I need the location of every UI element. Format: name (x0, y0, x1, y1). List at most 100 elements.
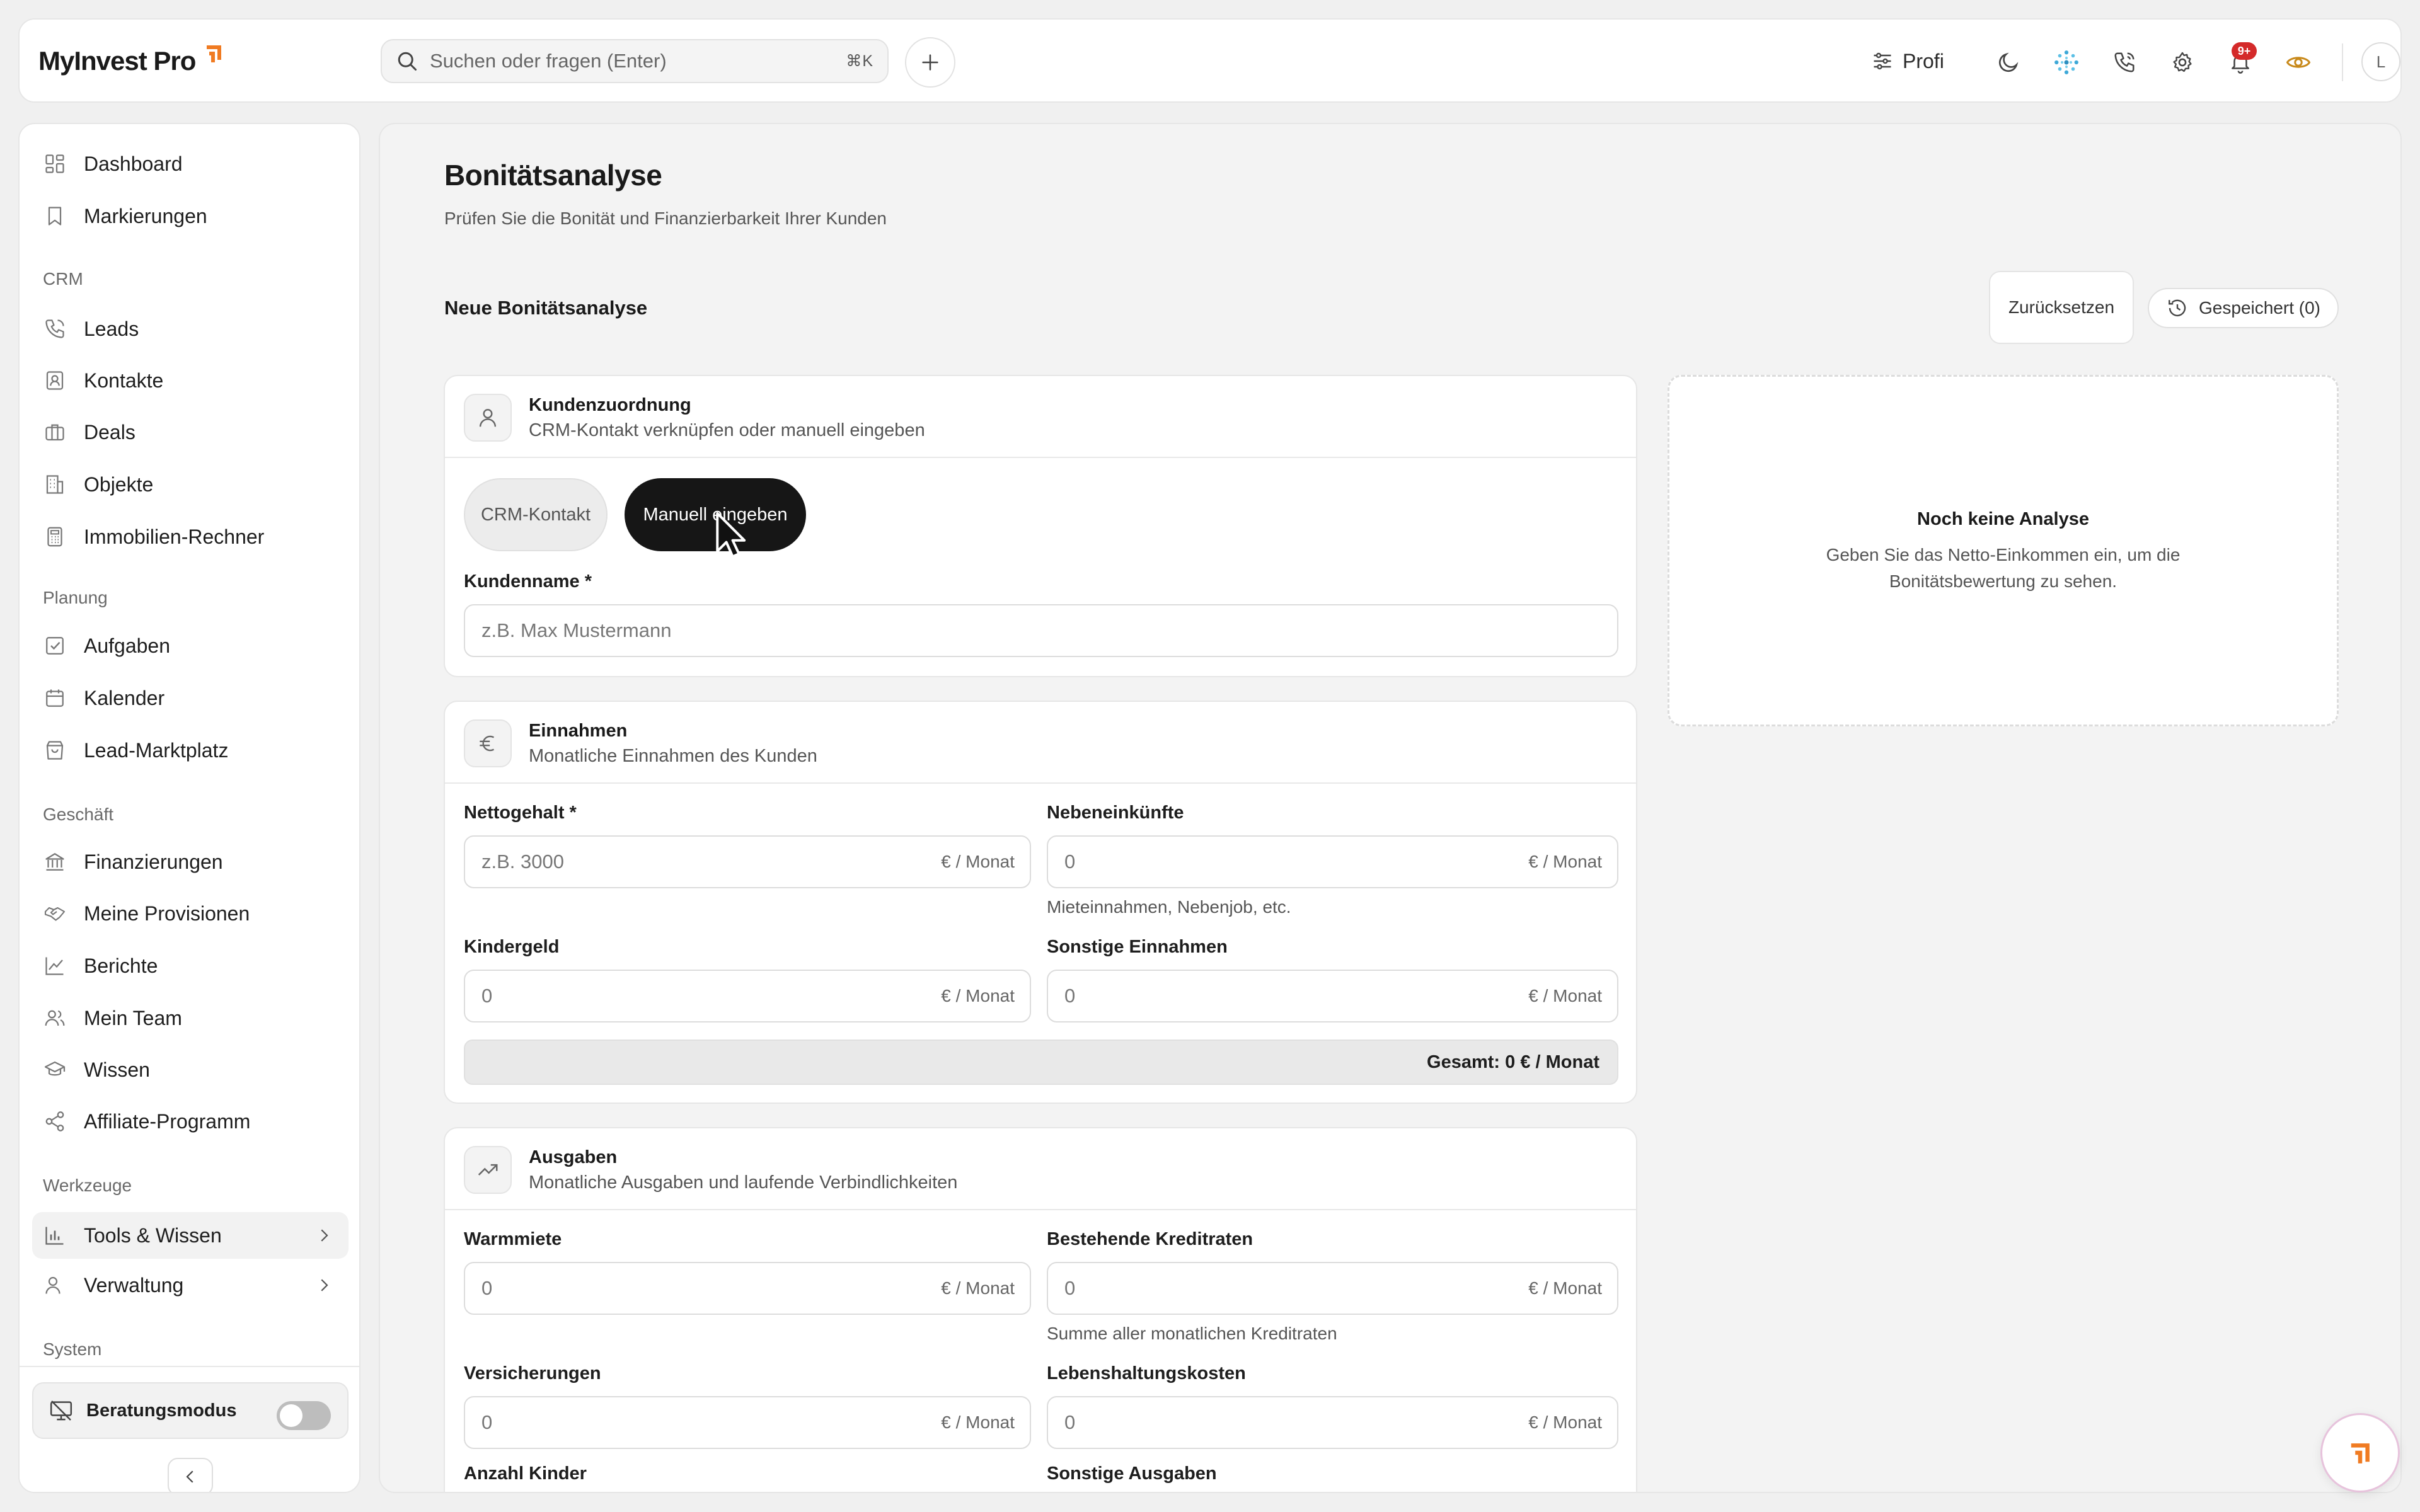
insurance-value: 0 (481, 1411, 493, 1433)
net-salary-placeholder: z.B. 3000 (481, 850, 564, 873)
crm-contact-option[interactable]: CRM-Kontakt (464, 478, 608, 551)
other-expenses-label: Sonstige Ausgaben (1047, 1463, 1217, 1484)
section-label-werkzeuge: Werkzeuge (43, 1176, 132, 1195)
customer-name-input[interactable]: z.B. Max Mustermann (464, 604, 1618, 657)
sidebar-item-immobilien-rechner[interactable]: Immobilien-Rechner (32, 513, 349, 560)
sidebar-item-label: Meine Provisionen (84, 902, 250, 925)
sidebar-item-lead-marktplatz[interactable]: Lead-Marktplatz (32, 727, 349, 774)
search-input[interactable]: Suchen oder fragen (Enter) ⌘K (381, 39, 889, 83)
sidebar-item-label: Finanzierungen (84, 850, 223, 873)
sidebar-item-label: Aufgaben (84, 634, 171, 657)
credit-rates-hint: Summe aller monatlichen Kreditraten (1047, 1324, 1337, 1343)
chevron-left-icon (186, 1470, 193, 1483)
income-total: Gesamt: 0 € / Monat (464, 1040, 1618, 1085)
add-button[interactable] (905, 37, 955, 88)
assistant-fab[interactable] (2320, 1413, 2400, 1492)
sidebar-item-berichte[interactable]: Berichte (32, 942, 349, 989)
collapse-sidebar-button[interactable] (168, 1458, 213, 1492)
customer-card-header: Kundenzuordnung CRM-Kontakt verknüpfen o… (445, 376, 1636, 458)
app-logo[interactable]: MyInvest Pro (38, 42, 223, 80)
credit-rates-label: Bestehende Kreditraten (1047, 1229, 1253, 1249)
sliders-icon (1874, 52, 1891, 70)
customer-name-placeholder: z.B. Max Mustermann (481, 619, 672, 641)
sidebar-item-aufgaben[interactable]: Aufgaben (32, 622, 349, 669)
sidebar-item-label: Verwaltung (84, 1273, 184, 1297)
reset-button[interactable]: Zurücksetzen (1989, 271, 2134, 344)
insurance-label: Versicherungen (464, 1363, 601, 1383)
sparkle-dots-icon (2054, 50, 2078, 74)
children-count-label: Anzahl Kinder (464, 1463, 587, 1484)
sidebar-item-label: Tools & Wissen (84, 1223, 222, 1247)
euro-icon (464, 719, 512, 767)
side-income-input[interactable]: 0 € / Monat (1047, 835, 1618, 888)
other-income-label: Sonstige Einnahmen (1047, 937, 1228, 957)
search-placeholder: Suchen oder fragen (Enter) (430, 50, 667, 72)
sidebar-item-label: Lead-Marktplatz (84, 738, 229, 762)
child-benefit-input[interactable]: 0 € / Monat (464, 970, 1031, 1022)
sidebar-item-verwaltung[interactable]: Verwaltung (32, 1262, 349, 1309)
sidebar-item-tools-wissen[interactable]: Tools & Wissen (32, 1212, 349, 1259)
sidebar-item-objekte[interactable]: Objekte (32, 461, 349, 508)
settings-button[interactable] (2166, 46, 2199, 79)
plan-button[interactable]: Profi (1871, 42, 1944, 80)
graduation-cap-icon (42, 1057, 67, 1082)
sidebar-item-wissen[interactable]: Wissen (32, 1046, 349, 1093)
section-label-geschaeft: Geschäft (43, 805, 114, 824)
sidebar-item-label: Kalender (84, 686, 165, 709)
sidebar-item-label: Deals (84, 420, 135, 444)
theme-toggle-button[interactable] (1992, 46, 2025, 79)
consulting-mode-toggle[interactable] (277, 1401, 331, 1430)
sidebar-item-kontakte[interactable]: Kontakte (32, 357, 349, 404)
user-cog-icon (42, 1273, 67, 1298)
user-avatar[interactable]: L (2361, 42, 2400, 81)
page-title: Bonitätsanalyse (444, 159, 662, 192)
chevron-right-icon (321, 1229, 328, 1242)
customer-name-label: Kundenname * (464, 571, 592, 592)
unit-label: € / Monat (941, 1412, 1015, 1432)
chevron-right-icon (321, 1279, 328, 1292)
credit-rates-input[interactable]: 0 € / Monat (1047, 1262, 1618, 1315)
sidebar-item-markierungen[interactable]: Markierungen (32, 193, 349, 239)
side-income-value: 0 (1064, 850, 1076, 873)
other-income-input[interactable]: 0 € / Monat (1047, 970, 1618, 1022)
unit-label: € / Monat (941, 1278, 1015, 1298)
phone-button[interactable] (2108, 46, 2141, 79)
sidebar-item-label: Mein Team (84, 1006, 182, 1029)
sidebar-item-label: Leads (84, 317, 139, 340)
sidebar-item-label: Affiliate-Programm (84, 1109, 251, 1133)
handshake-icon (42, 901, 67, 926)
moon-icon (1998, 52, 2019, 72)
living-costs-value: 0 (1064, 1411, 1076, 1433)
sidebar-item-mein-team[interactable]: Mein Team (32, 995, 349, 1041)
income-card: Einnahmen Monatliche Einnahmen des Kunde… (444, 701, 1637, 1104)
customer-card-subtitle: CRM-Kontakt verknüpfen oder manuell eing… (529, 420, 925, 440)
net-salary-label: Nettogehalt * (464, 803, 577, 823)
saved-analyses-button[interactable]: Gespeichert (0) (2148, 288, 2339, 328)
expenses-card: Ausgaben Monatliche Ausgaben und laufend… (444, 1127, 1637, 1492)
rent-input[interactable]: 0 € / Monat (464, 1262, 1031, 1315)
sidebar-item-finanzierungen[interactable]: Finanzierungen (32, 839, 349, 885)
dashboard-icon (42, 151, 67, 176)
consulting-mode-row[interactable]: Beratungsmodus (32, 1382, 349, 1439)
bank-icon (42, 849, 67, 874)
user-icon (464, 394, 512, 442)
gear-icon (2173, 52, 2192, 72)
visibility-button[interactable] (2282, 46, 2315, 79)
plan-label: Profi (1903, 49, 1944, 72)
sidebar-item-dashboard[interactable]: Dashboard (32, 140, 349, 187)
contact-icon (42, 368, 67, 393)
empty-result-text: Geben Sie das Netto-Einkommen ein, um di… (1826, 545, 2181, 591)
checkbox-icon (42, 633, 67, 658)
living-costs-input[interactable]: 0 € / Monat (1047, 1396, 1618, 1449)
sidebar-item-meine-provisionen[interactable]: Meine Provisionen (32, 890, 349, 937)
insurance-input[interactable]: 0 € / Monat (464, 1396, 1031, 1449)
sidebar-item-deals[interactable]: Deals (32, 409, 349, 455)
ai-assistant-button[interactable] (2050, 46, 2083, 79)
unit-label: € / Monat (1528, 986, 1602, 1005)
sidebar-item-kalender[interactable]: Kalender (32, 675, 349, 721)
sidebar-item-leads[interactable]: Leads (32, 306, 349, 352)
net-salary-input[interactable]: z.B. 3000 € / Monat (464, 835, 1031, 888)
living-costs-label: Lebenshaltungskosten (1047, 1363, 1246, 1383)
sidebar-item-affiliate-programm[interactable]: Affiliate-Programm (32, 1098, 349, 1145)
briefcase-icon (42, 420, 67, 445)
